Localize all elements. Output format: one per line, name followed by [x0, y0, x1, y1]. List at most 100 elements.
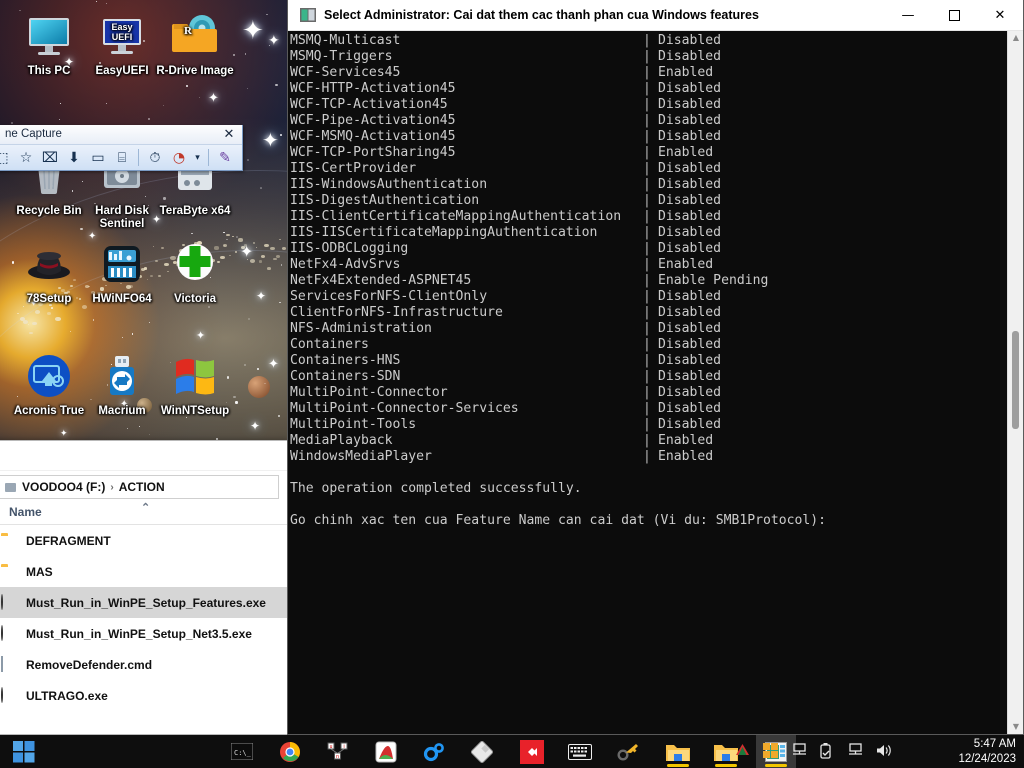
column-separator: |	[643, 129, 651, 144]
explorer-address-bar[interactable]: VOODOO4 (F:) › ACTION	[0, 475, 279, 499]
column-separator: |	[643, 401, 651, 416]
desktop-icon-label: EasyUEFI	[95, 65, 149, 77]
desktop-icon-winntsetup[interactable]: WinNTSetup	[156, 352, 234, 418]
desktop-icon-hwinfo64[interactable]: HWiNFO64	[83, 240, 161, 306]
console-feature-row: MultiPoint-Connector | Disabled	[290, 385, 1006, 401]
desktop-icon-label: 78Setup	[26, 293, 72, 305]
fullscreen-capture-icon[interactable]: ⌧	[39, 147, 61, 168]
explorer-file-row[interactable]: MAS	[0, 556, 287, 587]
column-separator: |	[643, 273, 651, 288]
palette-icon[interactable]: ◔	[168, 147, 190, 168]
taskbar-onscreen-keyboard[interactable]	[560, 735, 600, 768]
column-separator: |	[643, 161, 651, 176]
region-capture-icon[interactable]: ⬚	[0, 147, 13, 168]
column-header-name[interactable]: Name	[0, 505, 42, 519]
explorer-file-row[interactable]: Must_Run_in_WinPE_Setup_Net3.5.exe	[0, 618, 287, 649]
console-feature-row: ServicesForNFS-ClientOnly | Disabled	[290, 289, 1006, 305]
tray-anydesk-icon[interactable]	[735, 743, 752, 760]
planet	[248, 376, 270, 398]
breadcrumb-item[interactable]: ACTION	[116, 480, 168, 494]
desktop-icon-easyuefi[interactable]: Easy UEFI EasyUEFI	[83, 12, 161, 78]
tray-usb-eject-icon[interactable]	[819, 743, 836, 760]
video-capture-icon[interactable]: ⌸	[111, 147, 133, 168]
console-feature-row: Containers-SDN | Disabled	[290, 369, 1006, 385]
taskbar-clock[interactable]: 5:47 AM 12/24/2023	[898, 735, 1016, 768]
close-icon[interactable]: ✕	[221, 126, 237, 142]
tray-monitor-icon[interactable]	[847, 743, 864, 760]
scroll-down-arrow-icon[interactable]: ▼	[1008, 720, 1024, 734]
editor-icon[interactable]: ✎	[214, 147, 236, 168]
start-button[interactable]	[8, 739, 40, 765]
console-text: MSMQ-Multicast | Disabled MSMQ-Triggers | Dis…	[290, 33, 1006, 529]
desktop-icon-label: TeraByte x64	[159, 205, 231, 217]
taskbar-keyfinder[interactable]	[608, 735, 648, 768]
feature-state: Disabled	[658, 161, 722, 176]
tray-network-icon[interactable]	[791, 743, 808, 760]
desktop-icon-r-drive-image[interactable]: R R-Drive Image	[156, 12, 234, 78]
console-feature-row: MultiPoint-Connector-Services | Disabled	[290, 401, 1006, 417]
desktop-icon-acronis-true[interactable]: Acronis True	[10, 352, 88, 418]
hwinfo-icon	[98, 240, 146, 288]
feature-name: IIS-ClientCertificateMappingAuthenticati…	[290, 209, 622, 224]
desktop-icon-macrium[interactable]: Macrium	[83, 352, 161, 418]
scrolling-capture-icon[interactable]: ⬇	[63, 147, 85, 168]
taskbar-pdf[interactable]	[366, 735, 406, 768]
taskbar-settings[interactable]	[414, 735, 454, 768]
scroll-up-arrow-icon[interactable]: ▲	[1008, 31, 1024, 45]
explorer-file-row[interactable]: DEFRAGMENT	[0, 525, 287, 556]
maximize-icon	[948, 9, 960, 21]
feature-name: WCF-Pipe-Activation45	[290, 113, 456, 128]
rectangle-capture-icon[interactable]: ▭	[87, 147, 109, 168]
taskbar-unikey[interactable]: uin	[318, 735, 358, 768]
show-desktop-button[interactable]	[1018, 735, 1024, 768]
tray-windows-update-icon[interactable]	[763, 743, 780, 760]
file-name-label: Must_Run_in_WinPE_Setup_Net3.5.exe	[26, 626, 252, 641]
feature-name: WindowsMediaPlayer	[290, 449, 432, 464]
scrollbar-thumb[interactable]	[1012, 331, 1019, 429]
close-button[interactable]: ✕	[977, 0, 1023, 31]
console-feature-row: IIS-ClientCertificateMappingAuthenticati…	[290, 209, 1006, 225]
taskbar-anydesk[interactable]	[512, 735, 552, 768]
console-window[interactable]: Select Administrator: Cai dat them cac t…	[287, 0, 1024, 735]
taskbar-chrome[interactable]	[270, 735, 310, 768]
clock-date: 12/24/2023	[958, 753, 1016, 765]
file-name-label: MAS	[26, 564, 53, 579]
feature-state: Disabled	[658, 33, 722, 48]
file-name-label: DEFRAGMENT	[26, 533, 111, 548]
feature-name: MSMQ-Triggers	[290, 49, 393, 64]
feature-name: IIS-DigestAuthentication	[290, 193, 480, 208]
feature-state: Enabled	[658, 433, 714, 448]
column-separator: |	[643, 97, 651, 112]
taskbar-diskutil[interactable]	[462, 735, 502, 768]
dropdown-arrow-icon[interactable]: ▾	[192, 147, 203, 168]
console-output-area[interactable]: MSMQ-Multicast | Disabled MSMQ-Triggers | Dis…	[288, 31, 1023, 734]
console-success-message: The operation completed successfully.	[290, 481, 582, 496]
capture-titlebar[interactable]: ne Capture ✕	[0, 125, 242, 145]
breadcrumb-item[interactable]: VOODOO4 (F:)	[19, 480, 108, 494]
timer-icon[interactable]: ⏱	[144, 147, 166, 168]
console-icon	[300, 8, 316, 22]
feature-state: Disabled	[658, 193, 722, 208]
file-explorer-window[interactable]: VOODOO4 (F:) › ACTION Name ⌃ DEFRAGMENT MAS…	[0, 440, 288, 735]
minimize-button[interactable]: —	[885, 0, 931, 31]
taskbar-explorer-1[interactable]	[658, 735, 698, 768]
explorer-file-row[interactable]: Must_Run_in_WinPE_Setup_Features.exe	[0, 587, 287, 618]
feature-state: Disabled	[658, 305, 722, 320]
desktop-icon-78setup[interactable]: 78Setup	[10, 240, 88, 306]
explorer-file-row[interactable]: RemoveDefender.cmd	[0, 649, 287, 680]
maximize-button[interactable]	[931, 0, 977, 31]
desktop-icon-victoria[interactable]: Victoria	[156, 240, 234, 306]
freehand-capture-icon[interactable]: ☆	[15, 147, 37, 168]
tray-volume-icon[interactable]	[875, 743, 892, 760]
console-titlebar[interactable]: Select Administrator: Cai dat them cac t…	[288, 0, 1023, 31]
desktop-icon-this-pc[interactable]: This PC	[10, 12, 88, 78]
capture-toolbar-window[interactable]: ne Capture ✕ ❐⬚☆⌧⬇▭⌸⏱◔▾✎	[0, 125, 243, 171]
explorer-file-row[interactable]: ULTRAGO.exe	[0, 680, 287, 711]
desktop-icon-label: Hard Disk Sentinel	[95, 205, 149, 230]
feature-state: Disabled	[658, 241, 722, 256]
feature-state: Enabled	[658, 65, 714, 80]
taskbar-cmd[interactable]: C:\_	[222, 735, 262, 768]
column-separator: |	[643, 225, 651, 240]
console-scrollbar[interactable]: ▲ ▼	[1007, 31, 1023, 734]
